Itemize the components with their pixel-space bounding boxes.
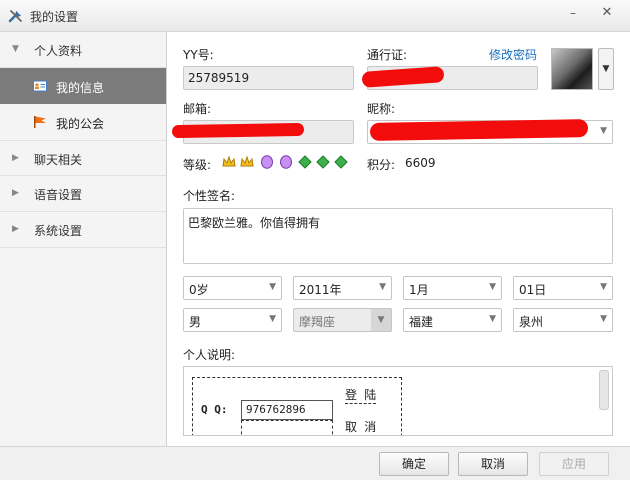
zodiac-select: 摩羯座 ▼ bbox=[293, 308, 392, 332]
description-input[interactable]: Q Q: 976762896 登 陆 取 消 bbox=[183, 366, 613, 436]
scrollbar[interactable] bbox=[599, 370, 609, 410]
gender-select[interactable]: 男 ▼ bbox=[183, 308, 282, 332]
sidebar-group-system[interactable]: ▶ 系统设置 bbox=[0, 212, 166, 248]
select-value: 泉州 bbox=[519, 315, 544, 329]
sidebar-group-label: 系统设置 bbox=[34, 224, 83, 238]
select-value: 男 bbox=[189, 315, 202, 329]
chevron-right-icon: ▶ bbox=[12, 224, 19, 234]
sidebar-group-profile[interactable]: ▼ 个人资料 bbox=[0, 32, 166, 68]
chevron-down-icon: ▼ bbox=[600, 282, 607, 292]
chevron-down-icon: ▼ bbox=[379, 282, 386, 292]
avatar[interactable] bbox=[551, 48, 593, 90]
chevron-down-icon: ▼ bbox=[12, 44, 19, 54]
dialog-footer: 确定 取消 应用 bbox=[0, 446, 630, 480]
sidebar-item-label: 我的公会 bbox=[56, 117, 105, 131]
chevron-down-icon: ▼ bbox=[269, 282, 276, 292]
id-card-icon bbox=[33, 80, 47, 92]
diamond-icon bbox=[316, 155, 330, 169]
login-art-text: 登 陆 bbox=[345, 388, 377, 404]
birth-month-select[interactable]: 1月 ▼ bbox=[403, 276, 502, 300]
diamond-icon bbox=[334, 155, 348, 169]
redaction-mark bbox=[171, 122, 305, 139]
select-value: 1月 bbox=[409, 283, 429, 297]
chevron-down-icon: ▼ bbox=[269, 314, 276, 324]
tools-icon bbox=[8, 10, 22, 23]
moon-badge-icon bbox=[261, 155, 273, 169]
points-value: 6609 bbox=[405, 156, 436, 170]
redaction-mark bbox=[369, 119, 589, 141]
crown-icon bbox=[240, 155, 254, 167]
sidebar: ▼ 个人资料 我的信息 我的公会 ▶ 聊天相关 ▶ 语音设置 ▶ 系统设置 bbox=[0, 32, 167, 446]
select-value: 0岁 bbox=[189, 283, 209, 297]
flag-icon bbox=[34, 116, 46, 128]
minimize-button[interactable]: – bbox=[562, 4, 584, 22]
qq-number: 976762896 bbox=[241, 400, 333, 420]
chevron-down-icon: ▼ bbox=[600, 314, 607, 324]
select-value: 福建 bbox=[409, 315, 434, 329]
window-title: 我的设置 bbox=[30, 10, 79, 24]
sidebar-group-label: 聊天相关 bbox=[34, 153, 83, 167]
yy-label: YY号: bbox=[183, 48, 214, 62]
chevron-right-icon: ▶ bbox=[12, 188, 19, 198]
select-value: 2011年 bbox=[299, 283, 342, 297]
select-value: 01日 bbox=[519, 283, 547, 297]
signature-input[interactable]: 巴黎欧兰雅。你值得拥有 bbox=[183, 208, 613, 264]
province-select[interactable]: 福建 ▼ bbox=[403, 308, 502, 332]
sidebar-item-my-info[interactable]: 我的信息 bbox=[0, 68, 166, 104]
signature-label: 个性签名: bbox=[183, 189, 236, 203]
passport-label: 通行证: bbox=[367, 48, 408, 62]
birth-year-select[interactable]: 2011年 ▼ bbox=[293, 276, 392, 300]
chevron-down-icon: ▼ bbox=[371, 309, 391, 331]
yy-number-field: 25789519 bbox=[183, 66, 354, 90]
qq-label: Q Q: bbox=[201, 403, 228, 416]
chevron-down-icon: ▼ bbox=[600, 126, 607, 136]
title-bar: 我的设置 – ✕ bbox=[0, 0, 630, 32]
avatar-menu-button[interactable]: ▼ bbox=[598, 48, 614, 90]
sidebar-group-voice[interactable]: ▶ 语音设置 bbox=[0, 176, 166, 212]
cancel-art-text: 取 消 bbox=[345, 420, 377, 434]
description-label: 个人说明: bbox=[183, 348, 236, 362]
close-button[interactable]: ✕ bbox=[596, 4, 618, 22]
cancel-button[interactable]: 取消 bbox=[458, 452, 528, 476]
apply-button[interactable]: 应用 bbox=[539, 452, 609, 476]
select-value: 摩羯座 bbox=[299, 315, 336, 329]
description-ascii-art: Q Q: 976762896 登 陆 取 消 bbox=[192, 377, 402, 435]
crown-icon bbox=[222, 155, 236, 167]
birth-day-select[interactable]: 01日 ▼ bbox=[513, 276, 613, 300]
sidebar-item-label: 我的信息 bbox=[56, 81, 105, 95]
city-select[interactable]: 泉州 ▼ bbox=[513, 308, 613, 332]
level-label: 等级: bbox=[183, 158, 212, 172]
sidebar-item-my-guild[interactable]: 我的公会 bbox=[0, 104, 166, 140]
ok-button[interactable]: 确定 bbox=[379, 452, 449, 476]
sidebar-group-label: 个人资料 bbox=[34, 44, 83, 58]
moon-badge-icon bbox=[280, 155, 292, 169]
nickname-label: 昵称: bbox=[367, 102, 396, 116]
sidebar-group-label: 语音设置 bbox=[34, 188, 83, 202]
chevron-down-icon: ▼ bbox=[489, 282, 496, 292]
password-box-art bbox=[241, 420, 333, 435]
points-label: 积分: bbox=[367, 158, 396, 172]
chevron-right-icon: ▶ bbox=[12, 153, 19, 163]
change-password-link[interactable]: 修改密码 bbox=[489, 46, 537, 63]
diamond-icon bbox=[298, 155, 312, 169]
age-select[interactable]: 0岁 ▼ bbox=[183, 276, 282, 300]
sidebar-group-chat[interactable]: ▶ 聊天相关 bbox=[0, 140, 166, 176]
email-label: 邮箱: bbox=[183, 102, 212, 116]
chevron-down-icon: ▼ bbox=[489, 314, 496, 324]
